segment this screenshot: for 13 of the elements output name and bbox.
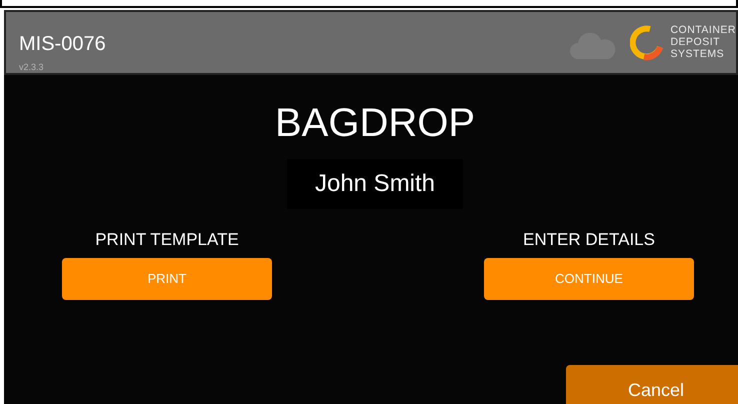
logo-text: DEPOSIT [670,36,722,48]
action-button[interactable]: CONTINUE [484,258,694,300]
section-label: ENTER DETAILS [523,231,655,248]
version-text: v2.3.3 [19,63,44,72]
screen-title: BAGDROP [274,103,476,143]
action-button[interactable]: PRINT [62,258,272,300]
logo-text: SYSTEMS [670,48,726,60]
cancel-button[interactable]: Cancel [566,365,738,404]
name-label: John Smith [287,159,463,209]
logo-text: CONTAINER [670,24,736,36]
logo-icon [630,25,664,61]
app-title: MIS-0076 [19,34,107,54]
section-label: PRINT TEMPLATE [95,231,239,248]
